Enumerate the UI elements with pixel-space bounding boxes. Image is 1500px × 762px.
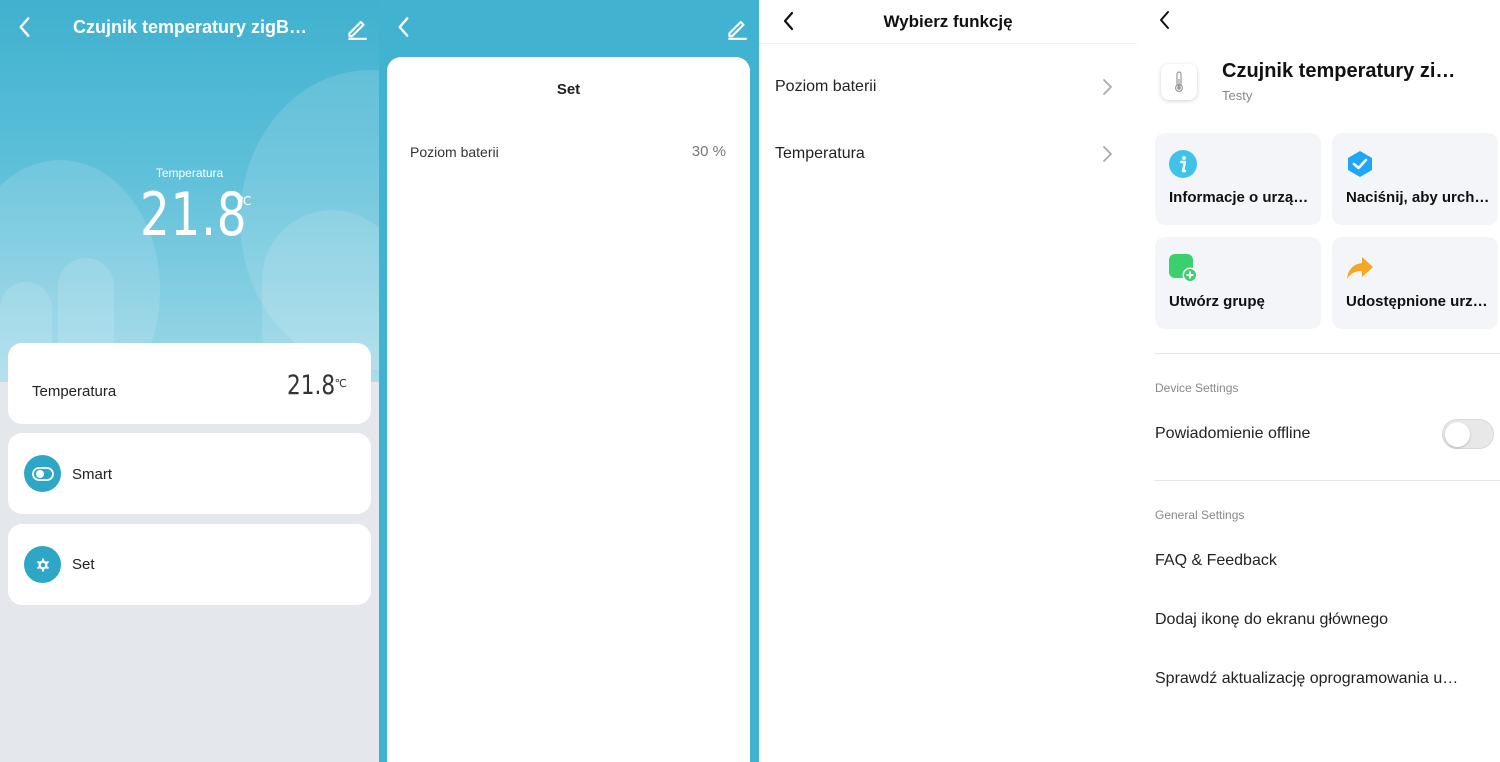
device-info-tile[interactable]: Informacje o urzą…: [1155, 133, 1321, 225]
back-arrow-icon[interactable]: [391, 14, 417, 40]
create-group-tile[interactable]: Utwórz grupę: [1155, 237, 1321, 329]
choose-function-panel: Wybierz funkcję Poziom baterii Temperatu…: [759, 0, 1137, 762]
temperature-card-label: Temperatura: [32, 383, 117, 400]
tile-label: Utwórz grupę: [1169, 293, 1265, 310]
temperature-card: Temperatura 21.8 ℃: [8, 343, 371, 424]
device-settings-panel: Czujnik temperatury zi… Testy Informacje…: [1137, 0, 1500, 762]
smart-card[interactable]: Smart: [8, 433, 371, 514]
temperature-card-unit: ℃: [334, 378, 347, 390]
edit-pencil-icon[interactable]: [724, 15, 750, 41]
temperature-card-value: 21.8: [286, 370, 335, 401]
tile-label: Udostępnione urz…: [1346, 293, 1488, 310]
device-room: Testy: [1222, 88, 1253, 103]
back-arrow-icon[interactable]: [12, 14, 38, 40]
chevron-right-icon: [1103, 79, 1112, 95]
thermometer-icon: [1161, 64, 1197, 100]
toggle-knob: [1445, 422, 1470, 447]
top-bar: Czujnik temperatury zigB…: [0, 0, 379, 56]
add-group-icon: [1169, 254, 1198, 283]
function-item-battery[interactable]: Poziom baterii: [759, 60, 1137, 116]
device-name[interactable]: Czujnik temperatury zi…: [1222, 60, 1455, 83]
hero-temperature-label: Temperatura: [155, 166, 224, 180]
add-home-icon-item[interactable]: Dodaj ikonę do ekranu głównego: [1155, 611, 1388, 629]
sheet-title: Set: [556, 81, 581, 98]
share-arrow-icon: [1347, 257, 1373, 279]
page-title: Wybierz funkcję: [883, 12, 1013, 31]
section-divider: [1155, 353, 1500, 354]
tap-to-run-tile[interactable]: Naciśnij, aby urch…: [1332, 133, 1498, 225]
smart-card-label: Smart: [72, 466, 113, 483]
function-item-label: Temperatura: [775, 145, 865, 162]
general-settings-header: General Settings: [1155, 508, 1245, 522]
offline-notification-label: Powiadomienie offline: [1155, 425, 1311, 442]
hero-temperature-value: 21.8: [140, 180, 248, 250]
back-arrow-icon[interactable]: [1153, 8, 1177, 32]
gear-icon: [24, 546, 61, 583]
section-divider: [1155, 480, 1500, 481]
function-item-temperature[interactable]: Temperatura: [759, 127, 1137, 183]
check-shield-icon: [1348, 151, 1372, 177]
function-item-label: Poziom baterii: [775, 78, 877, 95]
offline-notification-toggle[interactable]: [1442, 419, 1494, 449]
set-panel: Set Poziom baterii 30 %: [379, 0, 759, 762]
toggle-icon: [24, 455, 61, 492]
info-icon: [1169, 150, 1197, 178]
set-sheet: Set Poziom baterii 30 %: [387, 57, 750, 762]
battery-level-value: 30 %: [691, 143, 726, 160]
chevron-right-icon: [1103, 146, 1112, 162]
battery-level-label: Poziom baterii: [410, 144, 499, 160]
faq-feedback-item[interactable]: FAQ & Feedback: [1155, 552, 1277, 570]
hero-temperature-unit: ℃: [238, 194, 252, 208]
set-card-label: Set: [72, 556, 95, 573]
header-divider: [759, 43, 1137, 44]
tile-label: Naciśnij, aby urch…: [1346, 189, 1490, 206]
device-title: Czujnik temperatury zigB…: [72, 17, 308, 37]
device-settings-header: Device Settings: [1155, 381, 1239, 395]
device-main-panel: Czujnik temperatury zigB… Temperatura 21…: [0, 0, 379, 762]
shared-devices-tile[interactable]: Udostępnione urz…: [1332, 237, 1498, 329]
firmware-update-item[interactable]: Sprawdź aktualizację oprogramowania u…: [1155, 670, 1458, 688]
edit-pencil-icon[interactable]: [344, 15, 370, 41]
set-card[interactable]: Set: [8, 524, 371, 605]
tile-label: Informacje o urzą…: [1169, 189, 1309, 206]
